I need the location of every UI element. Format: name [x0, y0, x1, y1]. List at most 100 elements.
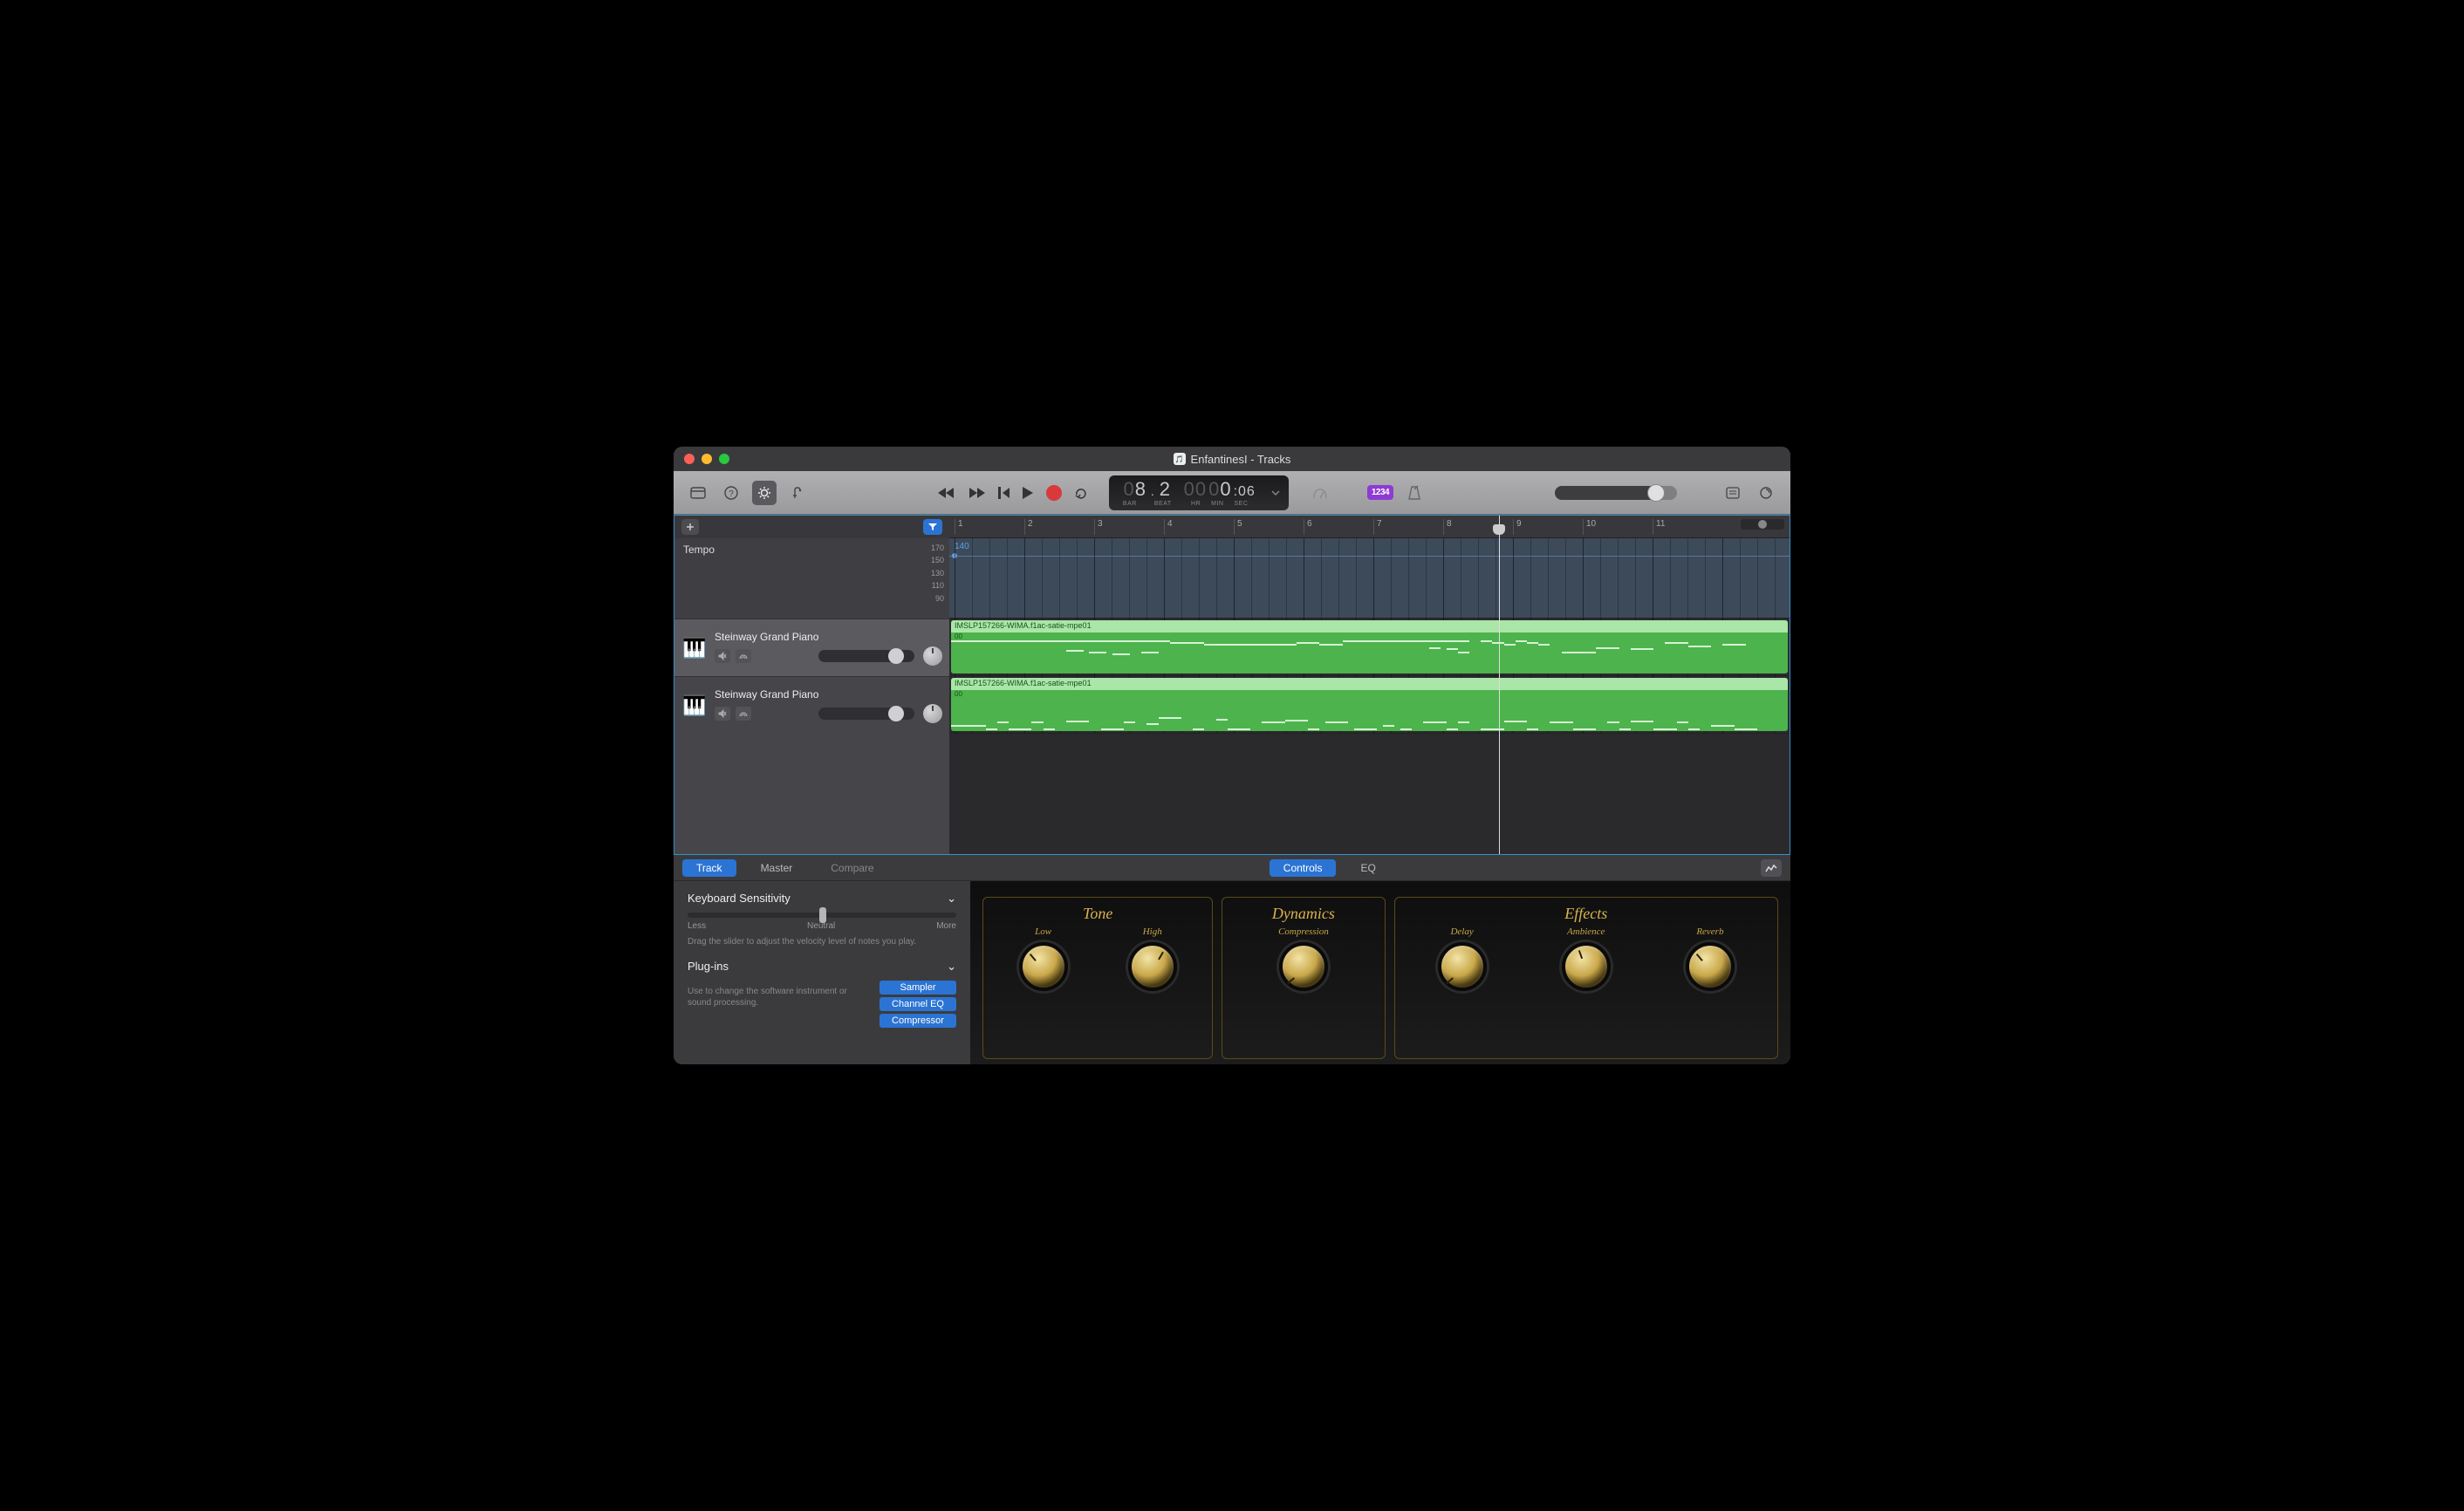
- arpeggiator-icon[interactable]: [1761, 859, 1782, 877]
- stop-button[interactable]: [997, 487, 1010, 499]
- quick-help-button[interactable]: ?: [719, 481, 743, 505]
- track-name-label: Steinway Grand Piano: [715, 688, 942, 701]
- knob-low[interactable]: [1019, 942, 1068, 991]
- chevron-down-icon: ⌄: [947, 892, 956, 906]
- dynamics-panel: Dynamics Compression: [1222, 897, 1385, 1059]
- smart-controls-panel: Track Master Compare Controls EQ Keyboar…: [674, 855, 1790, 1064]
- ruler-bar-label: 1: [955, 519, 963, 535]
- plugins-header[interactable]: Plug-ins ⌄: [688, 960, 956, 974]
- instrument-icon: 🎹: [681, 635, 708, 661]
- notepad-button[interactable]: [1721, 481, 1745, 505]
- ruler-bar-label: 4: [1164, 519, 1173, 535]
- tone-panel: Tone Low High: [982, 897, 1213, 1059]
- knob-ambience[interactable]: [1562, 942, 1611, 991]
- region-lane[interactable]: IMSLP157266-WIMA.f1ac-satie-mpe01 00: [949, 676, 1790, 734]
- lcd-sec: :06: [1234, 484, 1256, 500]
- pan-knob[interactable]: [923, 704, 942, 723]
- ruler-bar-label: 10: [1583, 519, 1596, 535]
- region-lane[interactable]: IMSLP157266-WIMA.f1ac-satie-mpe01 00: [949, 619, 1790, 676]
- svg-text:?: ?: [729, 489, 734, 499]
- forward-button[interactable]: [968, 487, 985, 499]
- ruler-bar-label: 9: [1513, 519, 1522, 535]
- ruler-bar-label: 2: [1024, 519, 1033, 535]
- tempo-value: 140: [955, 542, 969, 551]
- track-name-label: Steinway Grand Piano: [715, 631, 942, 643]
- ruler-bar-label: 6: [1304, 519, 1312, 535]
- sensitivity-slider[interactable]: [688, 913, 956, 918]
- track-list: Tempo 170 150 130 110 90 🎹 Steinway Gran…: [674, 516, 949, 854]
- plugin-compressor[interactable]: Compressor: [880, 1014, 956, 1028]
- timeline[interactable]: 1 2 3 4 5 6 7 8 9 10 11 140 IMSLP157266-WIMA.f1ac-…: [949, 516, 1790, 854]
- instrument-icon: 🎹: [681, 693, 708, 719]
- track-header[interactable]: 🎹 Steinway Grand Piano: [674, 619, 949, 676]
- tempo-scale: 170 150 130 110 90: [931, 542, 944, 605]
- library-button[interactable]: [686, 481, 710, 505]
- tab-master[interactable]: Master: [747, 859, 807, 877]
- loops-button[interactable]: [1754, 481, 1778, 505]
- region-title: IMSLP157266-WIMA.f1ac-satie-mpe01: [951, 620, 1788, 632]
- smart-controls-button[interactable]: [752, 481, 777, 505]
- midi-region[interactable]: IMSLP157266-WIMA.f1ac-satie-mpe01 00: [951, 620, 1788, 673]
- plugin-sampler[interactable]: Sampler: [880, 981, 956, 995]
- inspector-column: Keyboard Sensitivity ⌄ Less Neutral More…: [674, 881, 970, 1064]
- tempo-lane[interactable]: 140: [949, 538, 1790, 619]
- tuner-button[interactable]: [1308, 481, 1332, 505]
- tab-controls[interactable]: Controls: [1270, 859, 1337, 877]
- play-button[interactable]: [1022, 486, 1034, 500]
- ruler-bar-label: 7: [1373, 519, 1382, 535]
- master-volume-slider[interactable]: [1555, 486, 1677, 500]
- mute-button[interactable]: [715, 649, 730, 663]
- track-header[interactable]: 🎹 Steinway Grand Piano: [674, 676, 949, 734]
- lcd-display[interactable]: 08 . 2 BARBEAT 00 00 :06 HRMINSEC: [1109, 475, 1289, 510]
- track-volume-slider[interactable]: [818, 650, 914, 662]
- metronome-button[interactable]: [1402, 481, 1427, 505]
- ruler-bar-label: 5: [1234, 519, 1242, 535]
- playhead[interactable]: [1499, 516, 1500, 854]
- pan-knob[interactable]: [923, 646, 942, 666]
- knob-high[interactable]: [1128, 942, 1177, 991]
- instrument-controls: Tone Low High Dynamics Compression Effec…: [970, 881, 1790, 1064]
- ruler-bar-label: 3: [1094, 519, 1103, 535]
- toolbar: ? 08 . 2 BARBEAT 00 00: [674, 471, 1790, 515]
- mute-button[interactable]: [715, 707, 730, 721]
- ruler[interactable]: 1 2 3 4 5 6 7 8 9 10 11: [949, 516, 1790, 538]
- tab-compare[interactable]: Compare: [817, 859, 887, 877]
- tab-eq[interactable]: EQ: [1346, 859, 1389, 877]
- midi-region[interactable]: IMSLP157266-WIMA.f1ac-satie-mpe01 00: [951, 678, 1788, 731]
- track-volume-slider[interactable]: [818, 708, 914, 720]
- editors-button[interactable]: [785, 481, 810, 505]
- tab-track[interactable]: Track: [682, 859, 736, 877]
- minimize-button[interactable]: [702, 454, 712, 464]
- window-title: EnfantinesI - Tracks: [1191, 453, 1291, 466]
- region-title: IMSLP157266-WIMA.f1ac-satie-mpe01: [951, 678, 1788, 690]
- lcd-bar-beat: 8 . 2: [1135, 478, 1171, 500]
- tempo-label: Tempo: [683, 544, 715, 556]
- solo-button[interactable]: [736, 707, 751, 721]
- track-filter-button[interactable]: [923, 519, 942, 535]
- count-in-button[interactable]: 1234: [1367, 485, 1393, 500]
- plugin-channel-eq[interactable]: Channel EQ: [880, 997, 956, 1011]
- cycle-button[interactable]: [1074, 487, 1090, 499]
- sensitivity-help: Drag the slider to adjust the velocity l…: [688, 936, 956, 947]
- close-button[interactable]: [684, 454, 695, 464]
- lcd-min: 0: [1220, 478, 1231, 500]
- transport-controls: [938, 485, 1090, 501]
- rewind-button[interactable]: [938, 487, 955, 499]
- knob-compression[interactable]: [1279, 942, 1328, 991]
- ruler-bar-label: 11: [1653, 519, 1665, 535]
- plugins-help: Use to change the software instrument or…: [688, 986, 871, 1030]
- knob-delay[interactable]: [1438, 942, 1487, 991]
- keyboard-sensitivity-header[interactable]: Keyboard Sensitivity ⌄: [688, 892, 956, 906]
- knob-reverb[interactable]: [1686, 942, 1735, 991]
- effects-panel: Effects Delay Ambience Reverb: [1394, 897, 1779, 1059]
- zoom-slider[interactable]: [1741, 519, 1784, 530]
- solo-button[interactable]: [736, 649, 751, 663]
- app-icon: 🎵: [1174, 453, 1186, 465]
- add-track-button[interactable]: [681, 519, 699, 535]
- chevron-down-icon: ⌄: [947, 960, 956, 974]
- record-button[interactable]: [1046, 485, 1062, 501]
- fullscreen-button[interactable]: [719, 454, 729, 464]
- ruler-bar-label: 8: [1443, 519, 1452, 535]
- tempo-track-header[interactable]: Tempo 170 150 130 110 90: [674, 538, 949, 619]
- lcd-dropdown-icon[interactable]: [1268, 490, 1280, 496]
